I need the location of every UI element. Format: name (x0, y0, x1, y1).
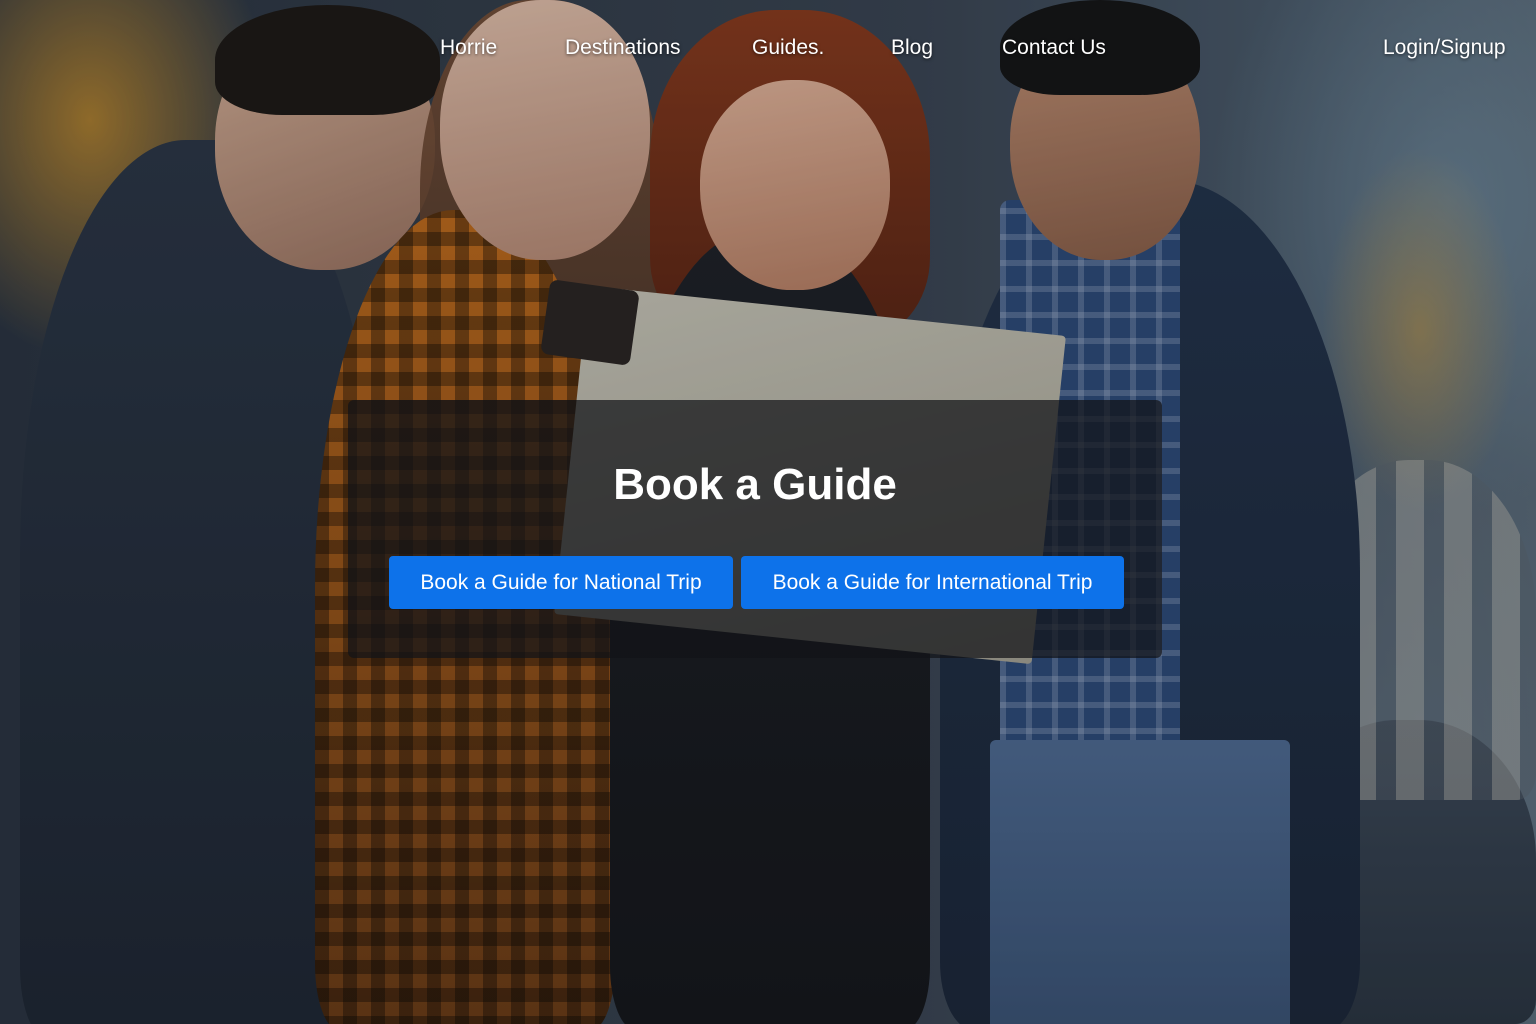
nav-link-guides[interactable]: Guides. (752, 36, 824, 60)
top-navigation: Horrie Destinations Guides. Blog Contact… (0, 0, 1536, 96)
nav-link-destinations[interactable]: Destinations (565, 36, 681, 60)
panel-title: Book a Guide (613, 460, 897, 509)
book-guide-panel: Book a Guide Book a Guide for National T… (348, 400, 1162, 658)
nav-link-contact-us[interactable]: Contact Us (1002, 36, 1106, 60)
login-signup-link[interactable]: Login/Signup (1383, 36, 1506, 60)
book-international-trip-button[interactable]: Book a Guide for International Trip (741, 556, 1124, 609)
book-national-trip-button[interactable]: Book a Guide for National Trip (389, 556, 733, 609)
nav-link-blog[interactable]: Blog (891, 36, 933, 60)
nav-link-home[interactable]: Horrie (440, 36, 497, 60)
